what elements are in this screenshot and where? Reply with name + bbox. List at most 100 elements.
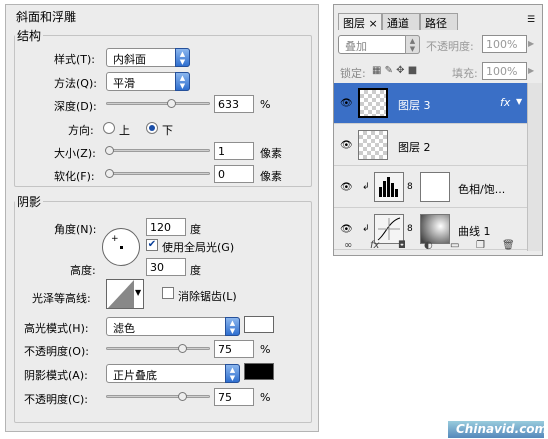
tab-paths[interactable]: 路径 xyxy=(420,13,458,30)
shadow-mode-select[interactable]: 正片叠底 ▲ ▼ xyxy=(106,364,240,383)
size-slider-thumb[interactable] xyxy=(105,146,114,155)
angle-input[interactable]: 120 xyxy=(146,218,186,236)
style-select[interactable]: 内斜面 ▲ ▼ xyxy=(106,48,190,67)
shadow-opacity-thumb[interactable] xyxy=(178,392,187,401)
panel-menu-icon[interactable]: ☰ xyxy=(527,15,535,25)
altitude-label: 高度: xyxy=(70,264,96,277)
blend-mode-value: 叠加 xyxy=(345,40,367,53)
shadow-mode-value: 正片叠底 xyxy=(113,369,157,382)
angle-dial[interactable]: + xyxy=(102,228,140,266)
opacity-label: 不透明度: xyxy=(426,40,474,53)
trash-icon[interactable]: 🗑 xyxy=(502,240,515,251)
altitude-input[interactable]: 30 xyxy=(146,258,186,276)
shadow-opacity-input[interactable]: 75 xyxy=(214,388,254,406)
gloss-contour-picker[interactable]: ▼ xyxy=(106,279,144,309)
opacity-input[interactable]: 100% xyxy=(482,35,527,53)
fill-arrow-icon[interactable]: ▶ xyxy=(528,66,534,75)
soften-slider-thumb[interactable] xyxy=(105,169,114,178)
mask-icon[interactable]: ◘ xyxy=(398,240,406,251)
style-value: 内斜面 xyxy=(113,53,146,66)
layer-thumbnail xyxy=(358,130,388,160)
eye-icon[interactable]: 👁 xyxy=(340,224,353,235)
clip-arrow-icon: ↲ xyxy=(362,182,370,192)
shadow-color-swatch[interactable] xyxy=(244,363,274,380)
direction-down-radio[interactable] xyxy=(146,122,158,134)
antialias-label: 消除锯齿(L) xyxy=(178,290,237,303)
highlight-color-swatch[interactable] xyxy=(244,316,274,333)
shadow-opacity-slider[interactable] xyxy=(106,392,210,401)
shading-legend: 阴影 xyxy=(17,195,42,209)
fx-icon[interactable]: fx xyxy=(370,240,379,251)
chevron-updown-icon: ▲ ▼ xyxy=(225,317,240,336)
folder-icon[interactable]: ▭ xyxy=(450,240,459,251)
depth-slider-thumb[interactable] xyxy=(167,99,176,108)
depth-unit: % xyxy=(260,98,271,111)
technique-label: 方法(Q): xyxy=(54,77,97,90)
panel-title: 斜面和浮雕 xyxy=(16,10,77,24)
chevron-updown-icon: ▲ ▼ xyxy=(225,364,240,383)
technique-value: 平滑 xyxy=(113,77,135,90)
size-unit: 像素 xyxy=(260,147,282,160)
chevron-down-icon[interactable]: ▼ xyxy=(516,97,522,106)
highlight-mode-value: 滤色 xyxy=(113,322,135,335)
mask-thumbnail xyxy=(420,172,450,202)
dial-center-icon xyxy=(120,246,123,249)
soften-slider[interactable] xyxy=(105,169,210,178)
highlight-opacity-input[interactable]: 75 xyxy=(214,340,254,358)
shadow-opacity-unit: % xyxy=(260,391,271,404)
layer-name: 色相/饱... xyxy=(458,183,506,196)
layer-row[interactable]: 👁 图层 3 fx ▼ xyxy=(334,83,527,124)
new-layer-icon[interactable]: ❐ xyxy=(476,240,485,251)
close-icon[interactable]: × xyxy=(369,17,378,30)
fill-label: 填充: xyxy=(452,67,478,80)
direction-up-radio[interactable] xyxy=(103,122,115,134)
eye-icon[interactable]: 👁 xyxy=(340,98,353,109)
direction-down-label: 下 xyxy=(162,124,173,137)
curves-icon xyxy=(377,217,401,241)
depth-slider[interactable] xyxy=(106,99,210,108)
highlight-mode-label: 高光模式(H): xyxy=(24,322,89,335)
adjustment-layer-icon[interactable]: ◐ xyxy=(424,240,433,251)
layer-name: 图层 2 xyxy=(398,141,431,154)
antialias-checkbox[interactable] xyxy=(162,287,174,299)
shadow-mode-label: 阴影模式(A): xyxy=(24,369,88,382)
link-icon[interactable]: 8 xyxy=(407,182,413,192)
layer-row[interactable]: 👁 ↲ 8 色相/饱... xyxy=(334,167,527,208)
tab-channels[interactable]: 通道 xyxy=(382,13,420,30)
size-slider[interactable] xyxy=(105,146,210,155)
size-input[interactable]: 1 xyxy=(214,142,254,160)
layer-name: 图层 3 xyxy=(398,99,431,112)
eye-icon[interactable]: 👁 xyxy=(340,182,353,193)
highlight-mode-select[interactable]: 滤色 ▲ ▼ xyxy=(106,317,240,336)
chevron-down-icon: ▼ xyxy=(135,288,142,297)
style-label: 样式(T): xyxy=(54,53,96,66)
scrollbar[interactable] xyxy=(527,83,542,251)
fx-icon[interactable]: fx xyxy=(500,96,510,109)
global-light-checkbox[interactable]: ✔ xyxy=(146,239,158,251)
clip-arrow-icon: ↲ xyxy=(362,224,370,234)
blend-mode-select[interactable]: 叠加 ▲ ▼ xyxy=(338,35,420,54)
soften-input[interactable]: 0 xyxy=(214,165,254,183)
structure-legend: 结构 xyxy=(17,29,42,43)
highlight-opacity-slider[interactable] xyxy=(106,344,210,353)
layer-row[interactable]: 👁 图层 2 xyxy=(334,125,527,166)
technique-select[interactable]: 平滑 ▲ ▼ xyxy=(106,72,190,91)
link-icon[interactable]: 8 xyxy=(407,224,413,234)
layers-panel: 图层 × 通道 路径 ☰ 叠加 ▲ ▼ 不透明度: 100% ▶ 锁定: ▦ ✎ … xyxy=(333,4,543,256)
bevel-emboss-panel: 斜面和浮雕 结构 样式(T): 内斜面 ▲ ▼ 方法(Q): 平滑 ▲ ▼ 深度(D… xyxy=(5,4,319,432)
eye-icon[interactable]: 👁 xyxy=(340,140,353,151)
direction-up-label: 上 xyxy=(119,124,130,137)
watermark: Chinavid.com xyxy=(448,421,547,438)
lock-icons[interactable]: ▦ ✎ ✥ ■ xyxy=(372,65,417,76)
layer-name: 曲线 1 xyxy=(458,225,491,238)
tab-layers[interactable]: 图层 × xyxy=(338,13,382,30)
depth-label: 深度(D): xyxy=(54,100,97,113)
link-layers-icon[interactable]: ∞ xyxy=(344,240,352,251)
opacity-arrow-icon[interactable]: ▶ xyxy=(528,39,534,48)
fill-input[interactable]: 100% xyxy=(482,62,527,80)
depth-input[interactable]: 633 xyxy=(214,95,254,113)
highlight-opacity-thumb[interactable] xyxy=(178,344,187,353)
contour-preview-icon xyxy=(108,280,134,308)
chevron-updown-icon: ▲ ▼ xyxy=(175,48,190,67)
lock-label: 锁定: xyxy=(340,67,366,80)
